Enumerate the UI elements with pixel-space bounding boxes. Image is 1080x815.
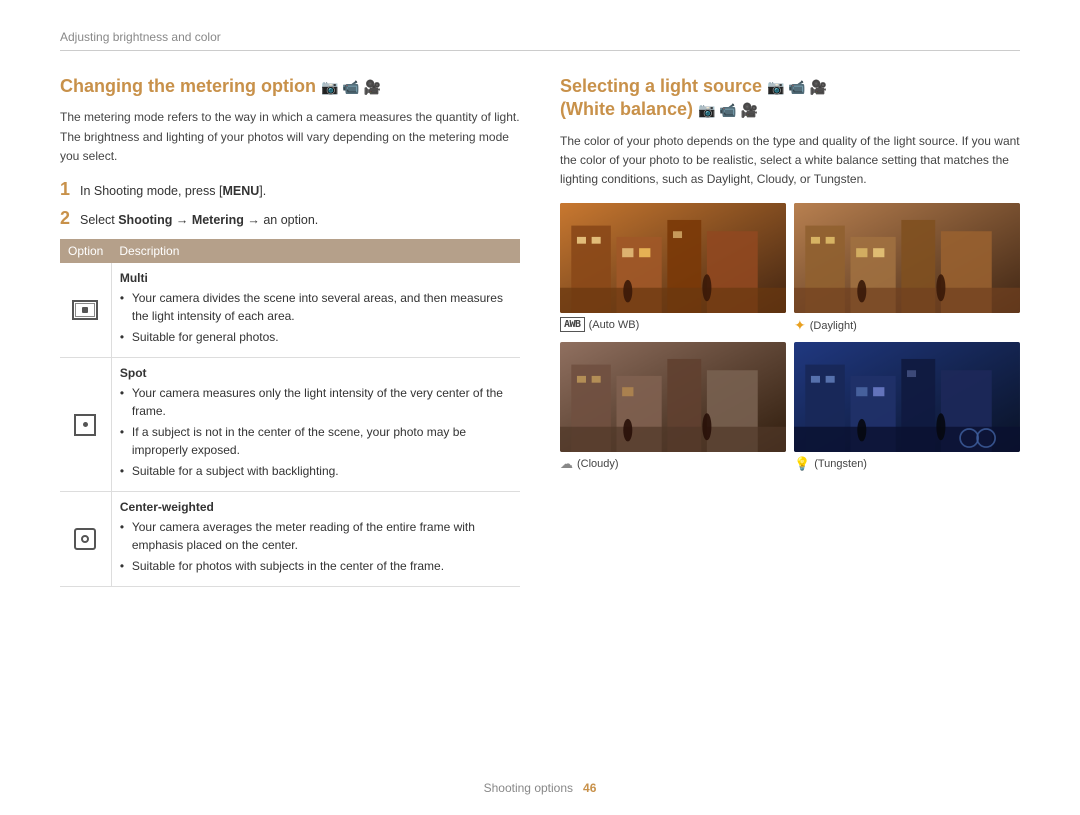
left-desc-text: The metering mode refers to the way in w… bbox=[60, 110, 520, 162]
right-column: Selecting a light source 📷 📹 🎥 (White ba… bbox=[560, 75, 1020, 587]
step-1-number: 1 bbox=[60, 180, 74, 200]
page-container: Adjusting brightness and color Changing … bbox=[0, 0, 1080, 815]
option-row-multi: Multi Your camera divides the scene into… bbox=[60, 263, 520, 358]
footer-text: Shooting options bbox=[484, 781, 573, 795]
spot-icon-cell bbox=[60, 358, 111, 492]
col-header-desc: Description bbox=[111, 239, 520, 263]
spot-bullet-3: Suitable for a subject with backlighting… bbox=[120, 462, 512, 480]
white-balance-images: AWB (Auto WB) bbox=[560, 203, 1020, 472]
center-icon bbox=[74, 528, 96, 550]
right-description: The color of your photo depends on the t… bbox=[560, 132, 1020, 190]
right-title-line1: Selecting a light source bbox=[560, 76, 762, 96]
step-1-text: In Shooting mode, press [MENU]. bbox=[80, 180, 266, 201]
spot-desc-cell: Spot Your camera measures only the light… bbox=[111, 358, 520, 492]
cloudy-text: (Cloudy) bbox=[577, 458, 619, 470]
left-description: The metering mode refers to the way in w… bbox=[60, 108, 520, 166]
center-name: Center-weighted bbox=[120, 500, 512, 514]
daylight-text: (Daylight) bbox=[810, 320, 857, 332]
option-row-center: Center-weighted Your camera averages the… bbox=[60, 492, 520, 587]
center-icon-ring bbox=[81, 535, 89, 543]
center-bullet-2: Suitable for photos with subjects in the… bbox=[120, 557, 512, 575]
left-title-icons: 📷 📹 🎥 bbox=[321, 79, 381, 95]
daylight-photo bbox=[794, 203, 1020, 313]
spot-bullets: Your camera measures only the light inte… bbox=[120, 384, 512, 480]
spot-bullet-2: If a subject is not in the center of the… bbox=[120, 423, 512, 459]
right-title-icons-1: 📷 📹 🎥 bbox=[767, 79, 827, 95]
auto-wb-svg bbox=[560, 203, 786, 313]
options-table: Option Description M bbox=[60, 239, 520, 587]
tungsten-text: (Tungsten) bbox=[814, 458, 867, 470]
tungsten-svg bbox=[794, 342, 1020, 452]
auto-wb-item: AWB (Auto WB) bbox=[560, 203, 786, 334]
cloud-icon: ☁ bbox=[560, 456, 573, 472]
multi-bullet-2: Suitable for general photos. bbox=[120, 328, 512, 346]
step-1: 1 In Shooting mode, press [MENU]. bbox=[60, 180, 520, 201]
step-2-number: 2 bbox=[60, 209, 74, 229]
center-bullet-1: Your camera averages the meter reading o… bbox=[120, 518, 512, 554]
left-section-title: Changing the metering option 📷 📹 🎥 bbox=[60, 75, 520, 98]
multi-icon-grid bbox=[75, 303, 95, 317]
cloudy-label: ☁ (Cloudy) bbox=[560, 456, 786, 472]
left-column: Changing the metering option 📷 📹 🎥 The m… bbox=[60, 75, 520, 587]
spot-name: Spot bbox=[120, 366, 512, 380]
right-title-icons-2: 📷 📹 🎥 bbox=[698, 102, 758, 118]
spot-icon bbox=[74, 414, 96, 436]
cloudy-svg bbox=[560, 342, 786, 452]
tungsten-photo bbox=[794, 342, 1020, 452]
multi-name: Multi bbox=[120, 271, 512, 285]
right-section-title: Selecting a light source 📷 📹 🎥 (White ba… bbox=[560, 75, 1020, 122]
center-bullets: Your camera averages the meter reading o… bbox=[120, 518, 512, 575]
multi-icon-cell bbox=[60, 263, 111, 358]
option-row-spot: Spot Your camera measures only the light… bbox=[60, 358, 520, 492]
daylight-label: ✦ (Daylight) bbox=[794, 317, 1020, 334]
daylight-item: ✦ (Daylight) bbox=[794, 203, 1020, 334]
step-2-text: Select Shooting → Metering → an option. bbox=[80, 209, 318, 230]
daylight-icon: ✦ bbox=[794, 317, 806, 334]
center-icon-cell bbox=[60, 492, 111, 587]
center-desc-cell: Center-weighted Your camera averages the… bbox=[111, 492, 520, 587]
cloudy-photo bbox=[560, 342, 786, 452]
top-label: Adjusting brightness and color bbox=[60, 30, 1020, 51]
daylight-svg bbox=[794, 203, 1020, 313]
auto-wb-photo bbox=[560, 203, 786, 313]
two-column-layout: Changing the metering option 📷 📹 🎥 The m… bbox=[60, 75, 1020, 587]
tungsten-item: 💡 (Tungsten) bbox=[794, 342, 1020, 472]
multi-bullets: Your camera divides the scene into sever… bbox=[120, 289, 512, 346]
auto-wb-label: AWB (Auto WB) bbox=[560, 317, 786, 332]
tungsten-label: 💡 (Tungsten) bbox=[794, 456, 1020, 472]
spot-bullet-1: Your camera measures only the light inte… bbox=[120, 384, 512, 420]
top-label-text: Adjusting brightness and color bbox=[60, 30, 221, 44]
page-footer: Shooting options 46 bbox=[0, 781, 1080, 795]
page-number: 46 bbox=[583, 781, 596, 795]
spot-icon-dot bbox=[83, 422, 88, 427]
left-title-text: Changing the metering option bbox=[60, 76, 316, 96]
cloudy-item: ☁ (Cloudy) bbox=[560, 342, 786, 472]
multi-bullet-1: Your camera divides the scene into sever… bbox=[120, 289, 512, 325]
col-header-option: Option bbox=[60, 239, 111, 263]
auto-wb-text: (Auto WB) bbox=[589, 319, 640, 331]
tungsten-icon: 💡 bbox=[794, 456, 810, 472]
step-2: 2 Select Shooting → Metering → an option… bbox=[60, 209, 520, 230]
right-title-line2: (White balance) bbox=[560, 99, 693, 119]
multi-icon bbox=[72, 300, 98, 320]
auto-wb-icon: AWB bbox=[560, 317, 585, 332]
multi-desc-cell: Multi Your camera divides the scene into… bbox=[111, 263, 520, 358]
right-desc-text: The color of your photo depends on the t… bbox=[560, 134, 1020, 186]
